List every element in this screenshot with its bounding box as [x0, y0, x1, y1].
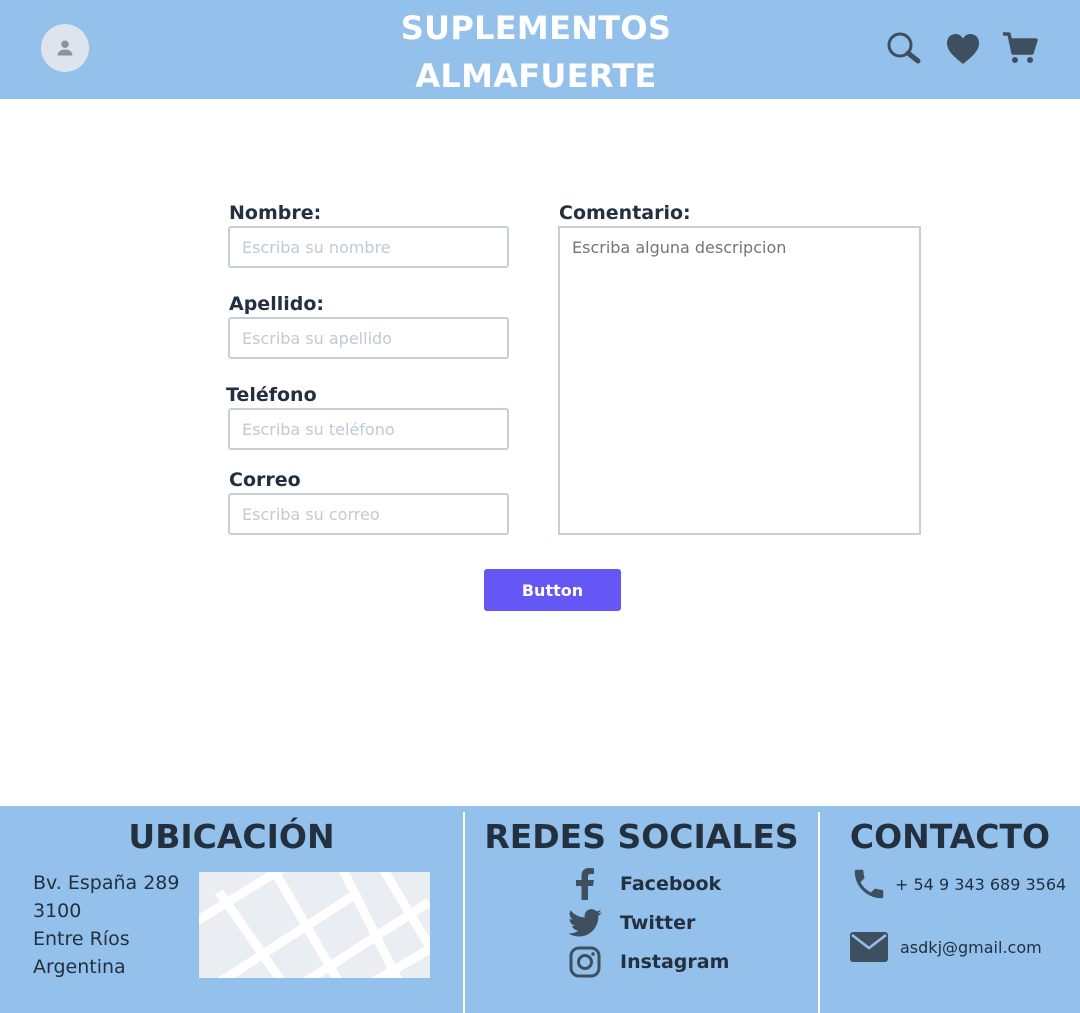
- address-line: Entre Ríos: [33, 928, 130, 950]
- address-block: Bv. España 289 3100 Entre Ríos Argentina: [33, 869, 179, 981]
- email-icon: [850, 932, 888, 962]
- social-label: Instagram: [620, 951, 730, 973]
- address-line: 3100: [33, 900, 82, 922]
- brand-line-1: SUPLEMENTOS: [400, 9, 672, 47]
- social-label: Facebook: [620, 873, 722, 895]
- comentario-textarea[interactable]: [558, 226, 921, 535]
- user-icon: [57, 40, 73, 56]
- map-thumbnail[interactable]: [199, 872, 430, 978]
- ubicacion-title: UBICACIÓN: [128, 817, 335, 856]
- header: SUPLEMENTOS ALMAFUERTE: [0, 0, 1080, 99]
- heart-icon[interactable]: [946, 33, 980, 65]
- social-link-instagram[interactable]: Instagram: [565, 946, 729, 978]
- brand-line-2: ALMAFUERTE: [415, 57, 657, 95]
- brand-title: SUPLEMENTOS ALMAFUERTE: [340, 4, 732, 100]
- telefono-input[interactable]: [228, 408, 509, 450]
- comentario-label: Comentario:: [559, 202, 691, 224]
- contact-email[interactable]: asdkj@gmail.com: [900, 938, 1042, 957]
- map-streets: [199, 872, 430, 978]
- contact-phone[interactable]: + 54 9 343 689 3564: [895, 875, 1066, 894]
- correo-label: Correo: [229, 469, 301, 491]
- facebook-icon: [576, 868, 594, 900]
- phone-icon: [854, 869, 884, 899]
- redes-title: REDES SOCIALES: [484, 817, 799, 856]
- nombre-label: Nombre:: [229, 202, 322, 224]
- search-icon[interactable]: [886, 31, 922, 65]
- apellido-input[interactable]: [228, 317, 509, 359]
- twitter-icon: [568, 909, 602, 937]
- social-label: Twitter: [620, 912, 696, 934]
- telefono-label: Teléfono: [226, 384, 317, 406]
- address-line: Bv. España 289: [33, 872, 180, 894]
- social-link-twitter[interactable]: Twitter: [565, 909, 695, 937]
- instagram-icon: [569, 946, 601, 978]
- nombre-input[interactable]: [228, 226, 509, 268]
- user-avatar-button[interactable]: [41, 24, 89, 72]
- cart-icon[interactable]: [1002, 31, 1038, 65]
- address-line: Argentina: [33, 956, 126, 978]
- submit-button[interactable]: Button: [484, 569, 621, 611]
- social-link-facebook[interactable]: Facebook: [565, 868, 721, 900]
- correo-input[interactable]: [228, 493, 509, 535]
- apellido-label: Apellido:: [229, 293, 324, 315]
- contacto-title: CONTACTO: [849, 817, 1051, 856]
